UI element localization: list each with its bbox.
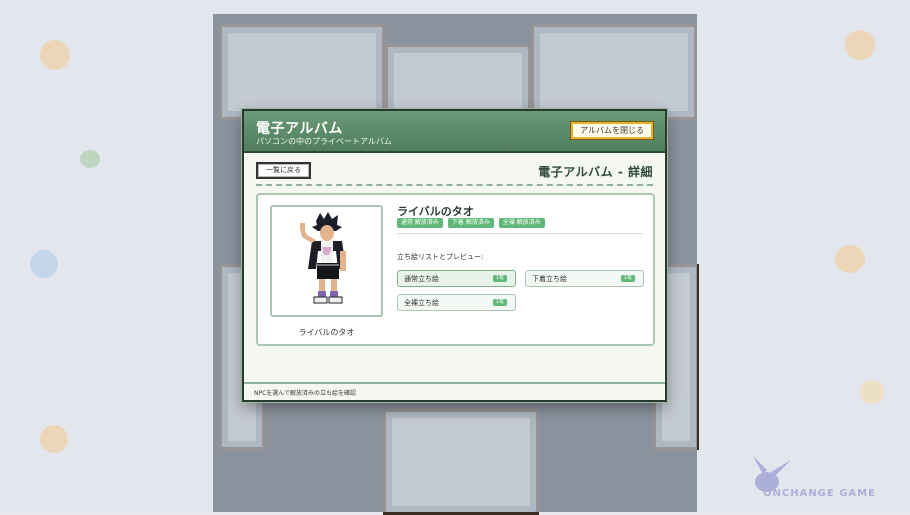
sprite-item-label: 通常立ち絵 [404,275,439,283]
sprite-item-label: 全裸立ち絵 [404,299,439,307]
bg-decoration [30,250,58,278]
watermark-text: ONCHANGE GAME [763,488,876,499]
divider [256,184,653,186]
character-portrait [270,205,383,317]
character-name: ライバルのタオ [397,205,474,218]
footer-divider [244,382,665,384]
character-detail-card: ライバルのタオ ライバルのタオ 通常 解放済み 下着 解放済み 全裸 解放済み … [256,193,655,346]
close-album-button[interactable]: アルバムを閉じる [571,122,653,139]
bg-decoration [80,150,100,168]
back-to-list-button[interactable]: 一覧に戻る [256,162,311,179]
unlock-tag-nude: 全裸 解放済み [498,218,545,228]
bg-decoration [860,380,884,404]
sprite-item-normal[interactable]: 通常立ち絵 1枚 [397,270,516,287]
character-sprite-image [300,212,346,304]
modal-header: 電子アルバム パソコンの中のプライベートアルバム アルバムを閉じる [244,111,665,153]
sprite-list-label: 立ち絵リストとプレビュー: [397,253,484,261]
sprite-count-badge: 1枚 [492,275,507,282]
bg-decoration [835,245,865,273]
divider [397,233,643,234]
album-modal: 電子アルバム パソコンの中のプライベートアルバム アルバムを閉じる 一覧に戻る … [242,109,667,402]
footer-hint: NPCを選んで解放済みの立ち絵を確認 [254,390,356,397]
bg-decoration [845,30,875,60]
section-title: 電子アルバム - 詳細 [538,165,653,179]
unlock-tag-underwear: 下着 解放済み [447,218,494,228]
unlock-tag-normal: 通常 解放済み [397,218,443,228]
sprite-count-badge: 1枚 [492,299,507,306]
watermark-logo: ONCHANGE GAME [745,452,905,508]
modal-subtitle: パソコンの中のプライベートアルバム [256,137,392,146]
sprite-item-underwear[interactable]: 下着立ち絵 1枚 [525,270,644,287]
bg-decoration [40,40,70,70]
modal-title: 電子アルバム [256,121,343,137]
sprite-item-label: 下着立ち絵 [532,275,567,283]
unlock-tags: 通常 解放済み 下着 解放済み 全裸 解放済み [397,218,545,228]
sprite-item-nude[interactable]: 全裸立ち絵 1枚 [397,294,516,311]
bg-decoration [40,425,68,453]
sprite-count-badge: 1枚 [620,275,635,282]
portrait-caption: ライバルのタオ [298,328,355,337]
